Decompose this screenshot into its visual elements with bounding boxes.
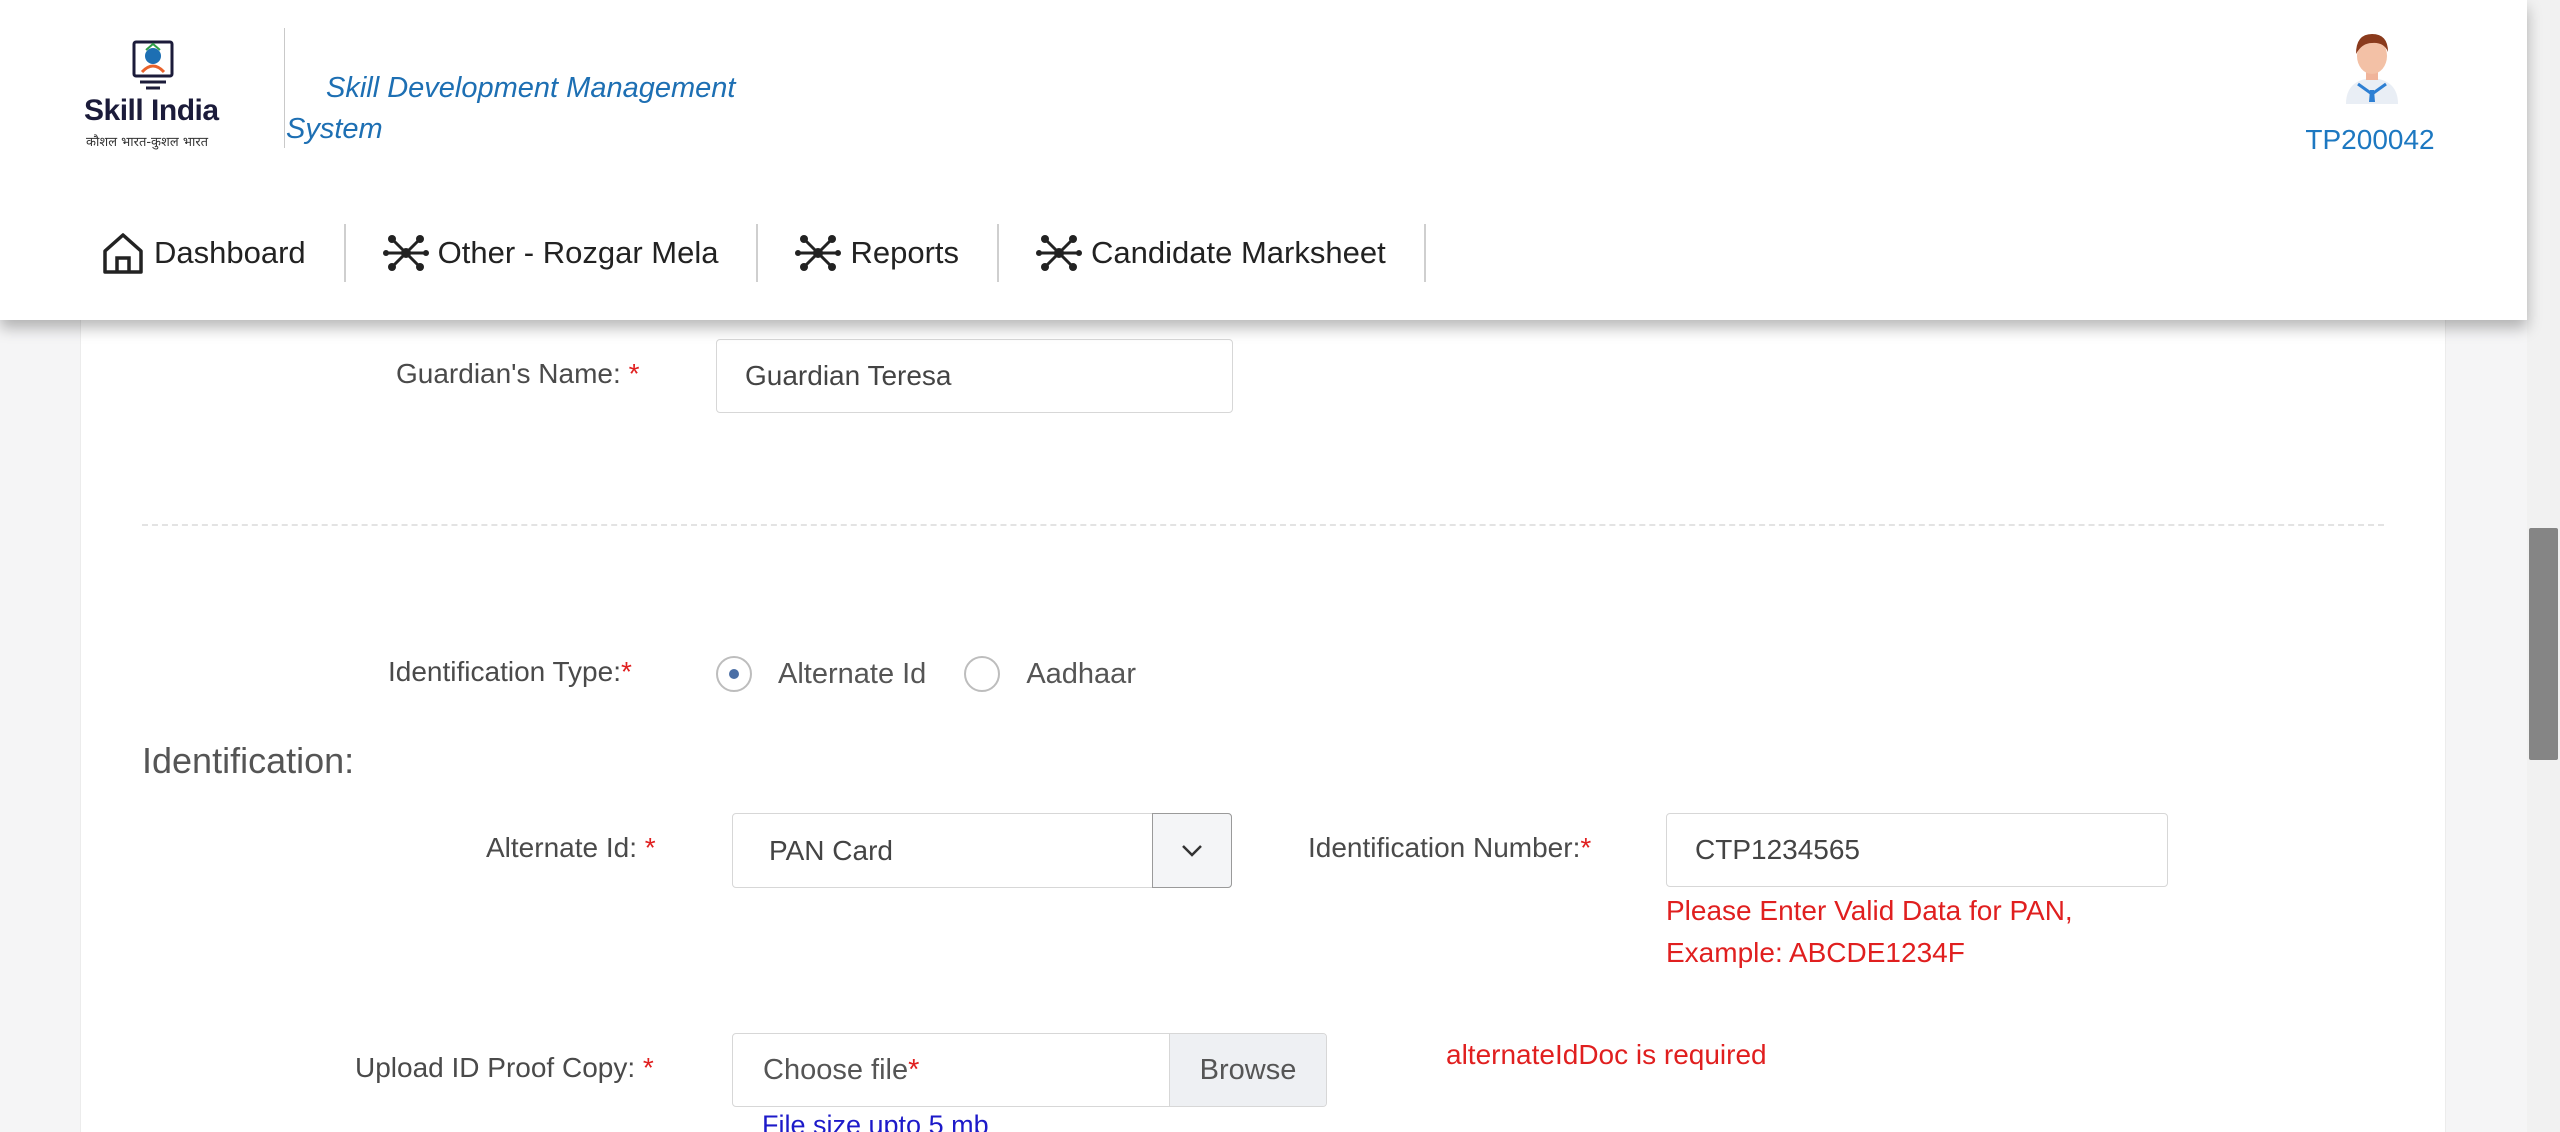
skill-india-emblem-icon xyxy=(132,40,174,90)
identification-section-title: Identification: xyxy=(142,740,355,781)
form-card xyxy=(80,300,2446,1132)
radio-alternate-id-label[interactable]: Alternate Id xyxy=(778,658,926,691)
logo-divider xyxy=(284,28,285,148)
nav-item-dashboard[interactable]: Dashboard xyxy=(100,222,306,284)
network-icon xyxy=(1036,235,1083,271)
user-avatar-icon[interactable] xyxy=(2340,28,2404,104)
nav-item-reports[interactable]: Reports xyxy=(794,222,959,284)
home-icon xyxy=(103,233,143,274)
nav-item-candidate-marksheet[interactable]: Candidate Marksheet xyxy=(1035,222,1386,284)
nav-separator xyxy=(1423,224,1426,282)
browse-button[interactable]: Browse xyxy=(1169,1034,1326,1106)
radio-aadhaar[interactable] xyxy=(964,656,1001,692)
alternate-id-dropdown-button[interactable] xyxy=(1152,813,1232,888)
identification-number-input[interactable]: CTP1234565 xyxy=(1666,813,2168,887)
nav-label-candidate-marksheet: Candidate Marksheet xyxy=(1091,235,1386,270)
alternate-id-select[interactable]: PAN Card xyxy=(732,813,1232,888)
radio-aadhaar-label[interactable]: Aadhaar xyxy=(1026,658,1136,691)
nav-label-dashboard: Dashboard xyxy=(154,235,306,270)
network-icon xyxy=(795,235,842,271)
logo-title: Skill India xyxy=(84,94,219,127)
main-nav: Dashboard Other - Rozgar Mela Reports Ca… xyxy=(100,222,1462,284)
network-icon xyxy=(382,235,429,271)
nav-label-reports: Reports xyxy=(850,235,960,270)
nav-item-rozgar-mela[interactable]: Other - Rozgar Mela xyxy=(382,222,719,284)
identification-type-label: Identification Type:* xyxy=(388,656,632,687)
user-id[interactable]: TP200042 xyxy=(2270,124,2470,156)
skill-india-logo[interactable]: Skill India कौशल भारत-कुशल भारत xyxy=(78,32,228,152)
identification-number-label: Identification Number:* xyxy=(1308,832,1592,863)
file-size-hint: File size upto 5 mb xyxy=(762,1110,989,1132)
scrollbar-thumb[interactable] xyxy=(2529,528,2558,760)
app-header: Skill India कौशल भारत-कुशल भारत Skill De… xyxy=(0,0,2527,320)
identification-type-radio-group: Alternate Id Aadhaar xyxy=(716,654,1174,694)
upload-error: alternateIdDoc is required xyxy=(1446,1039,1767,1070)
radio-alternate-id[interactable] xyxy=(716,656,752,692)
nav-label-rozgar-mela: Other - Rozgar Mela xyxy=(437,235,719,270)
nav-separator xyxy=(343,224,346,282)
nav-separator xyxy=(756,224,759,282)
chevron-down-icon xyxy=(1182,844,1202,857)
upload-id-proof-label: Upload ID Proof Copy: * xyxy=(355,1052,654,1083)
guardian-name-label: Guardian's Name: * xyxy=(396,358,640,389)
identification-number-error: Please Enter Valid Data for PAN, Example… xyxy=(1666,895,2073,968)
nav-separator xyxy=(997,224,1000,282)
section-divider xyxy=(142,524,2384,526)
vertical-scrollbar[interactable] xyxy=(2527,0,2560,1132)
file-placeholder: Choose file * xyxy=(763,1053,920,1086)
alternate-id-selected-value: PAN Card xyxy=(769,834,893,866)
system-title: Skill Development Management System xyxy=(286,72,736,145)
alternate-id-label: Alternate Id: * xyxy=(486,832,656,863)
logo-subtitle: कौशल भारत-कुशल भारत xyxy=(86,135,209,150)
upload-id-proof-file-input[interactable]: Choose file * Browse xyxy=(732,1033,1327,1107)
guardian-name-input[interactable]: Guardian Teresa xyxy=(716,339,1233,413)
